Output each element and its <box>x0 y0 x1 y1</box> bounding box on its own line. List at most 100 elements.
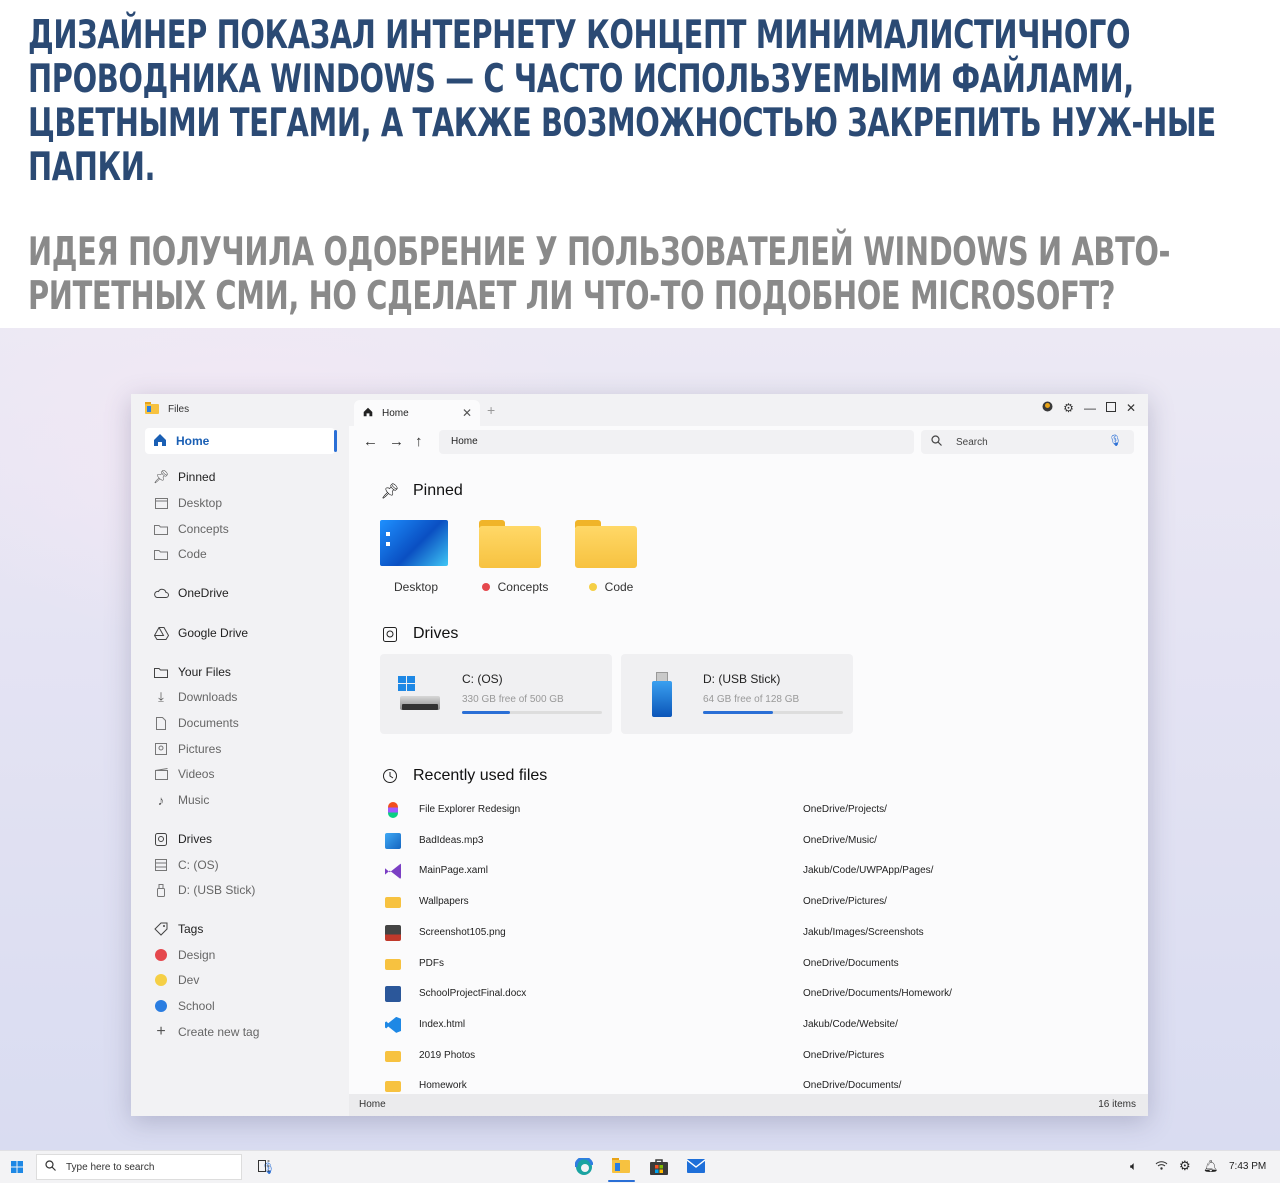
sidebar-tag-dev[interactable]: Dev <box>153 970 199 990</box>
recent-file-row[interactable]: Wallpapers OneDrive/Pictures/ <box>385 892 1125 912</box>
windows-start-icon[interactable] <box>11 1161 23 1176</box>
task-view-icon[interactable] <box>258 1160 270 1175</box>
sidebar-tag-school[interactable]: School <box>153 996 215 1016</box>
tab-label: Home <box>382 407 409 419</box>
sidebar-item-code[interactable]: Code <box>153 544 207 564</box>
home-icon <box>363 407 373 420</box>
sidebar-item-label: Google Drive <box>178 626 249 640</box>
recent-file-row[interactable]: MainPage.xaml Jakub/Code/UWPApp/Pages/ <box>385 861 1125 881</box>
sidebar-item-label: Your Files <box>178 665 231 679</box>
sidebar-item-label: OneDrive <box>178 586 229 600</box>
document-icon <box>153 715 169 731</box>
sidebar-item-tags[interactable]: Tags <box>153 919 203 939</box>
sidebar-item-google-drive[interactable]: Google Drive <box>153 623 248 643</box>
sidebar-item-drives[interactable]: Drives <box>153 829 212 849</box>
drive-card-d[interactable]: D: (USB Stick) 64 GB free of 128 GB <box>621 654 853 734</box>
sidebar-item-label: Videos <box>178 767 215 781</box>
clock[interactable]: 7:43 PM <box>1229 1161 1266 1172</box>
hard-drive-icon <box>153 857 169 873</box>
close-tab-icon[interactable]: ✕ <box>462 406 472 420</box>
usb-icon <box>153 882 169 898</box>
account-icon[interactable] <box>1042 401 1053 415</box>
drives-section-title: Drives <box>381 625 458 643</box>
forward-arrow-icon[interactable]: → <box>389 433 404 450</box>
recent-file-path: OneDrive/Documents/Homework/ <box>803 988 952 1000</box>
sidebar-item-music[interactable]: ♪ Music <box>153 790 210 810</box>
file-explorer-taskbar-icon[interactable] <box>612 1158 630 1177</box>
tab-home[interactable]: Home ✕ <box>354 400 480 426</box>
image-file-icon <box>385 924 401 941</box>
volume-icon[interactable]: 🔈︎ <box>1130 1159 1137 1174</box>
recent-file-path: OneDrive/Music/ <box>803 834 877 846</box>
sidebar-item-label: School <box>178 999 215 1013</box>
folder-icon <box>153 521 169 537</box>
section-heading: Pinned <box>413 482 463 499</box>
microphone-icon[interactable]: 🎙︎ <box>1108 434 1122 447</box>
recent-file-row[interactable]: Index.html Jakub/Code/Website/ <box>385 1015 1125 1035</box>
sidebar-item-pictures[interactable]: Pictures <box>153 739 221 759</box>
files-window: Files Home 📌︎ Pinned Desktop Concepts Co… <box>131 394 1148 1116</box>
taskbar-search-box[interactable]: Type here to search 🎙︎ <box>36 1154 275 1180</box>
sidebar-item-pinned[interactable]: 📌︎ Pinned <box>153 467 216 487</box>
minimize-icon[interactable]: — <box>1084 401 1096 415</box>
recent-file-name: SchoolProjectFinal.docx <box>419 988 527 1000</box>
sidebar-item-c-drive[interactable]: C: (OS) <box>153 855 219 875</box>
sidebar-item-label: Tags <box>178 922 204 936</box>
maximize-icon[interactable] <box>1105 401 1116 415</box>
sidebar-item-onedrive[interactable]: OneDrive <box>153 583 229 603</box>
mail-icon[interactable] <box>686 1159 706 1176</box>
search-box[interactable]: Search 🎙︎ <box>921 430 1134 454</box>
window-controls: ⚙ — ✕ <box>1042 401 1136 415</box>
music-icon: ♪ <box>157 792 165 808</box>
picture-icon <box>153 741 169 757</box>
close-window-icon[interactable]: ✕ <box>1126 401 1136 415</box>
main-pane: Home ✕ + ⚙ — ✕ ← → ↑ Home Search 🎙︎ 📌︎ P… <box>349 394 1148 1116</box>
drive-card-c[interactable]: C: (OS) 330 GB free of 500 GB <box>380 654 612 734</box>
search-placeholder: Search <box>956 436 988 448</box>
tag-color-dot <box>481 583 490 591</box>
drive-icon <box>381 625 399 643</box>
sidebar-item-desktop[interactable]: Desktop <box>153 493 222 513</box>
sidebar-item-label: Create new tag <box>178 1025 260 1039</box>
settings-gear-icon[interactable]: ⚙ <box>1063 401 1074 415</box>
address-bar[interactable]: Home <box>439 430 914 454</box>
recent-file-row[interactable]: PDFs OneDrive/Documents <box>385 954 1125 974</box>
pinned-label: Desktop <box>393 580 439 594</box>
sidebar-item-d-drive[interactable]: D: (USB Stick) <box>153 880 255 900</box>
sidebar-item-documents[interactable]: Documents <box>153 713 239 733</box>
drive-usage-bar <box>462 711 602 714</box>
store-icon[interactable] <box>650 1158 668 1178</box>
sidebar-item-videos[interactable]: Videos <box>153 764 214 784</box>
sidebar-create-tag[interactable]: + Create new tag <box>153 1022 259 1042</box>
sidebar-item-home[interactable]: Home <box>145 428 337 454</box>
edge-browser-icon[interactable] <box>574 1156 594 1179</box>
recent-file-row[interactable]: BadIdeas.mp3 OneDrive/Music/ <box>385 831 1125 851</box>
sidebar-item-concepts[interactable]: Concepts <box>153 519 229 539</box>
folder-icon <box>385 1081 401 1093</box>
notification-bell-icon[interactable]: 🔔︎ <box>1203 1159 1218 1173</box>
pinned-label: Concepts <box>497 580 549 594</box>
sidebar-item-label: Design <box>178 948 216 962</box>
wifi-icon[interactable] <box>1155 1160 1168 1173</box>
vscode-icon <box>385 1016 401 1033</box>
status-location: Home <box>359 1099 386 1110</box>
drive-name: D: (USB Stick) <box>703 672 781 686</box>
sidebar-item-your-files[interactable]: Your Files <box>153 662 231 682</box>
sidebar-tag-design[interactable]: Design <box>153 945 215 965</box>
sidebar-item-downloads[interactable]: ⤓ Downloads <box>153 687 237 707</box>
sidebar-item-label: Concepts <box>178 522 229 536</box>
recent-file-row[interactable]: SchoolProjectFinal.docx OneDrive/Document… <box>385 984 1125 1004</box>
sidebar-item-label: Home <box>176 434 210 448</box>
up-arrow-icon[interactable]: ↑ <box>415 433 423 450</box>
drive-free-space: 330 GB free of 500 GB <box>462 694 564 705</box>
new-tab-icon[interactable]: + <box>487 402 495 418</box>
recent-file-row[interactable]: Screenshot105.png Jakub/Images/Screenshot… <box>385 923 1125 943</box>
settings-gear-icon[interactable]: ⚙ <box>1179 1158 1191 1174</box>
pinned-label: Code <box>604 580 634 594</box>
files-app-icon <box>145 402 159 417</box>
recent-file-row[interactable]: File Explorer Redesign OneDrive/Projects/ <box>385 800 1125 820</box>
recent-file-path: OneDrive/Documents <box>803 957 899 969</box>
recent-file-row[interactable]: 2019 Photos OneDrive/Pictures <box>385 1046 1125 1066</box>
back-arrow-icon[interactable]: ← <box>363 433 378 450</box>
taskbar-search-placeholder: Type here to search <box>66 1161 155 1173</box>
